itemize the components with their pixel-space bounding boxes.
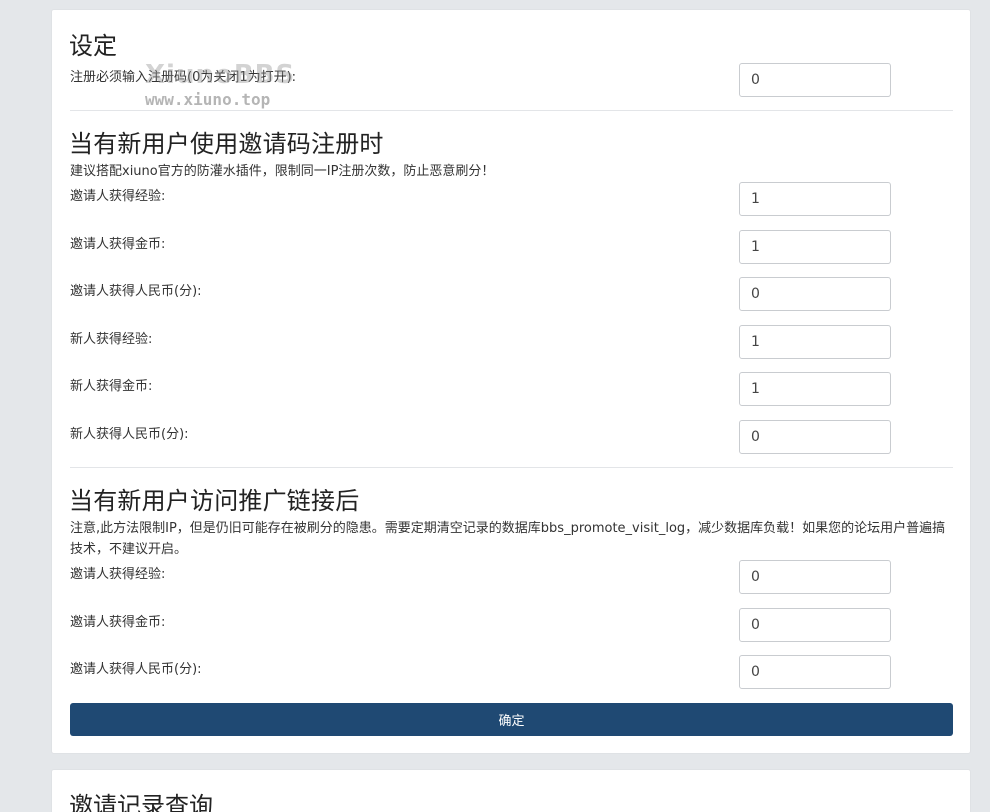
section-divider xyxy=(70,110,953,111)
newuser-coin-input[interactable] xyxy=(739,372,891,406)
invite-register-note: 建议搭配xiuno官方的防灌水插件，限制同一IP注册次数，防止恶意刷分！ xyxy=(70,164,495,179)
invite-records-title: 邀请记录查询 xyxy=(69,792,213,812)
field-label: 邀请人获得经验: xyxy=(70,567,166,582)
visit-inviter-coin-input[interactable] xyxy=(739,608,891,642)
promote-visit-title: 当有新用户访问推广链接后 xyxy=(69,487,360,515)
settings-card: 设定 注册必须输入注册码(0为关闭1为打开): XiunoBBS www.xiu… xyxy=(51,9,971,754)
register-code-label: 注册必须输入注册码(0为关闭1为打开): xyxy=(70,70,297,85)
invite-register-title: 当有新用户使用邀请码注册时 xyxy=(69,130,384,158)
promote-visit-note: 注意,此方法限制IP，但是仍旧可能存在被刷分的隐患。需要定期清空记录的数据库bb… xyxy=(70,521,946,557)
field-label: 新人获得人民币(分): xyxy=(70,427,189,442)
field-label: 邀请人获得金币: xyxy=(70,615,166,630)
settings-title: 设定 xyxy=(69,32,117,60)
inviter-coin-input[interactable] xyxy=(739,230,891,264)
newuser-exp-input[interactable] xyxy=(739,325,891,359)
field-label: 新人获得金币: xyxy=(70,379,153,394)
field-label: 邀请人获得人民币(分): xyxy=(70,662,202,677)
inviter-rmb-input[interactable] xyxy=(739,277,891,311)
newuser-rmb-input[interactable] xyxy=(739,420,891,454)
watermark-url: www.xiuno.top xyxy=(145,90,271,109)
visit-inviter-rmb-input[interactable] xyxy=(739,655,891,689)
field-label: 邀请人获得金币: xyxy=(70,237,166,252)
field-label: 邀请人获得人民币(分): xyxy=(70,284,202,299)
visit-inviter-exp-input[interactable] xyxy=(739,560,891,594)
field-label: 邀请人获得经验: xyxy=(70,189,166,204)
section-divider xyxy=(70,467,953,468)
field-label: 新人获得经验: xyxy=(70,332,153,347)
confirm-button[interactable]: 确定 xyxy=(70,703,953,736)
invite-records-card: 邀请记录查询 xyxy=(51,769,971,812)
register-code-input[interactable] xyxy=(739,63,891,97)
inviter-exp-input[interactable] xyxy=(739,182,891,216)
